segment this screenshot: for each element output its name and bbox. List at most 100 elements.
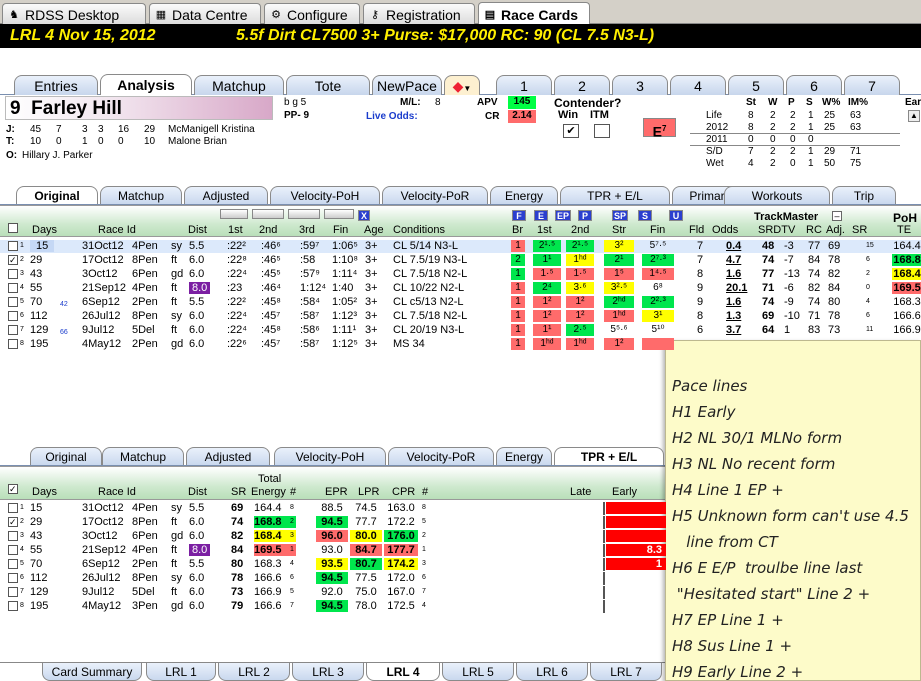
- subtab-velocity-poh[interactable]: Velocity-PoH: [270, 186, 380, 204]
- table-row[interactable]: 4 55 21Sep12 4Pen ft 8.0 84 169.5 1 93.0 84.7 177.7…: [0, 544, 921, 557]
- table-row[interactable]: 4 55 21Sep12 4Pen ft 8.0:23:46⁴ 1:12⁴ 1:40 3+ CL …: [0, 282, 921, 295]
- subtab2-velocity-poh[interactable]: Velocity-PoH: [274, 447, 386, 465]
- grid1-col-str[interactable]: Str: [612, 224, 626, 236]
- run-style-button-s[interactable]: S: [638, 210, 652, 221]
- grid1-col-dist[interactable]: Dist: [188, 224, 207, 236]
- tab-horse-4[interactable]: 4: [670, 75, 726, 95]
- tab-tote[interactable]: Tote: [286, 75, 370, 95]
- row-checkbox[interactable]: ✓: [8, 255, 18, 265]
- grid1-col-te[interactable]: TE: [897, 224, 911, 236]
- subtab-trip[interactable]: Trip: [832, 186, 896, 204]
- row-checkbox[interactable]: [8, 559, 18, 569]
- bottom-tab-lrl-7[interactable]: LRL 7: [590, 663, 662, 681]
- grid1-col-third[interactable]: 3rd: [299, 224, 315, 236]
- table-row[interactable]: 3 43 3Oct12 6Pen gd 6.0:22⁴:45⁵:57⁹ 1:11⁴ 3+ CL …: [0, 268, 921, 281]
- grid1-col-br[interactable]: Br: [512, 224, 523, 236]
- table-row[interactable]: 1 15 31Oct12 4Pen sy 5.5:22²:46⁶:59⁷ 1:06⁵ 3+ CL…: [0, 240, 921, 253]
- row-checkbox[interactable]: [8, 283, 18, 293]
- grid1-col-adj[interactable]: Adj.: [826, 224, 845, 236]
- row-checkbox[interactable]: [8, 573, 18, 583]
- grid1-col-age[interactable]: Age: [364, 224, 384, 236]
- subtab-matchup[interactable]: Matchup: [100, 186, 182, 204]
- grid2-col-days[interactable]: Days: [32, 486, 57, 498]
- tab-rdss-desktop[interactable]: ♞ RDSS Desktop: [2, 3, 146, 24]
- grid1-col-second[interactable]: 2nd: [259, 224, 277, 236]
- run-style-button-ep[interactable]: EP: [555, 210, 571, 221]
- grid2-col-hash2[interactable]: #: [422, 486, 428, 498]
- table-row[interactable]: 6 112 26Jul12 8Pen sy 6.0:22⁴:45⁷:58⁷ 1:12³ 3+ C…: [0, 310, 921, 323]
- grid1-col-srdtv[interactable]: SRDTV: [758, 224, 795, 236]
- grid2-col-race_id[interactable]: Race Id: [98, 486, 136, 498]
- tab-horse-1[interactable]: 1: [496, 75, 552, 95]
- tab-entries[interactable]: Entries: [14, 75, 98, 95]
- row-checkbox[interactable]: [8, 297, 18, 307]
- grid2-col-cpr[interactable]: CPR: [392, 486, 415, 498]
- grid1-col-fld[interactable]: Fld: [689, 224, 704, 236]
- fraction-sort-button[interactable]: [252, 209, 284, 219]
- bottom-tab-lrl-1[interactable]: LRL 1: [146, 663, 216, 681]
- subtab2-velocity-por[interactable]: Velocity-PoR: [388, 447, 494, 465]
- subtab-energy[interactable]: Energy: [490, 186, 558, 204]
- bottom-tab-lrl-2[interactable]: LRL 2: [218, 663, 290, 681]
- subtab-workouts[interactable]: Workouts: [724, 186, 830, 204]
- run-style-button-x[interactable]: X: [358, 210, 370, 221]
- subtab2-original[interactable]: Original: [30, 447, 102, 465]
- subtab2-matchup[interactable]: Matchup: [102, 447, 184, 465]
- grid1-col-sr[interactable]: SR: [852, 224, 867, 236]
- tab-data-centre[interactable]: ▦ Data Centre: [149, 3, 261, 24]
- row-checkbox[interactable]: [8, 545, 18, 555]
- win-checkbox[interactable]: ✔: [563, 124, 579, 138]
- grid1-col-rc[interactable]: RC: [806, 224, 822, 236]
- row-checkbox[interactable]: ✓: [8, 517, 18, 527]
- tab-matchup[interactable]: Matchup: [194, 75, 284, 95]
- subtab-adjusted[interactable]: Adjusted: [184, 186, 268, 204]
- table-row[interactable]: 8 195 4May12 3Pen gd 6.0 79 166.6 7 94.5 78.0 172.5…: [0, 600, 921, 613]
- table-row[interactable]: 1 15 31Oct12 4Pen sy 5.5 69 164.4 8 88.5 74.5 163.0…: [0, 502, 921, 515]
- run-style-button-u[interactable]: U: [669, 210, 683, 221]
- grid2-col-energy[interactable]: Energy: [251, 486, 286, 498]
- grid1-col-first[interactable]: 1st: [228, 224, 243, 236]
- fraction-sort-button[interactable]: [288, 209, 320, 219]
- table-row[interactable]: 5 70 6Sep12 2Pen ft 5.5 80 168.3 4 93.5 80.7 174.2 3…: [0, 558, 921, 571]
- table-row[interactable]: ✓ 2 29 17Oct12 8Pen ft 6.0 74 168.8 2 94.5 77.7 172.…: [0, 516, 921, 529]
- grid1-col-c2nd[interactable]: 2nd: [571, 224, 589, 236]
- tab-configure[interactable]: ⚙ Configure: [264, 3, 360, 24]
- grid1-col-race_id[interactable]: Race Id: [98, 224, 136, 236]
- bottom-tab-lrl-6[interactable]: LRL 6: [516, 663, 588, 681]
- row-checkbox[interactable]: [8, 503, 18, 513]
- bottom-tab-lrl-3[interactable]: LRL 3: [292, 663, 364, 681]
- grid2-col-hash[interactable]: #: [290, 486, 296, 498]
- tab-horse-7[interactable]: 7: [844, 75, 900, 95]
- tab-newpace[interactable]: NewPace: [372, 75, 442, 95]
- tab-horse-2[interactable]: 2: [554, 75, 610, 95]
- row-checkbox[interactable]: [8, 311, 18, 321]
- row-checkbox[interactable]: [8, 587, 18, 597]
- grid2-col-dist[interactable]: Dist: [188, 486, 207, 498]
- run-style-button-f[interactable]: F: [512, 210, 526, 221]
- tab-registration[interactable]: ⚷ Registration: [363, 3, 475, 24]
- row-checkbox[interactable]: [8, 601, 18, 611]
- subtab2-tpr-e-l[interactable]: TPR + E/L: [554, 447, 664, 465]
- grid1-col-days[interactable]: Days: [32, 224, 57, 236]
- row-checkbox[interactable]: [8, 269, 18, 279]
- subtab2-energy[interactable]: Energy: [496, 447, 552, 465]
- grid1-col-c1st[interactable]: 1st: [537, 224, 552, 236]
- tab-analysis[interactable]: Analysis: [100, 74, 192, 95]
- grid1-col-cfin[interactable]: Fin: [650, 224, 665, 236]
- grid2-col-sr[interactable]: SR: [231, 486, 246, 498]
- run-style-button-sp[interactable]: SP: [612, 210, 628, 221]
- select-all-checkbox[interactable]: [8, 223, 18, 233]
- scroll-up-arrow[interactable]: ▲: [908, 110, 920, 122]
- subtab-tpr-e-l[interactable]: TPR + E/L: [560, 186, 670, 204]
- run-style-button-p[interactable]: P: [578, 210, 592, 221]
- tab-horse-5[interactable]: 5: [728, 75, 784, 95]
- grid2-col-late[interactable]: Late: [570, 486, 591, 498]
- subtab-original[interactable]: Original: [16, 186, 98, 204]
- row-checkbox[interactable]: [8, 325, 18, 335]
- row-checkbox[interactable]: [8, 339, 18, 349]
- table-row[interactable]: 7 129 66 9Jul12 5Del ft 6.0:22⁴:45⁸:58⁶ 1:11¹ 3+…: [0, 324, 921, 337]
- bottom-tab-card-summary[interactable]: Card Summary: [42, 663, 142, 681]
- run-style-button-e[interactable]: E: [534, 210, 548, 221]
- table-row[interactable]: ✓ 2 29 17Oct12 8Pen ft 6.0:22⁸:46⁵:58 1:10⁸ 3+ CL…: [0, 254, 921, 267]
- subtab2-adjusted[interactable]: Adjusted: [186, 447, 270, 465]
